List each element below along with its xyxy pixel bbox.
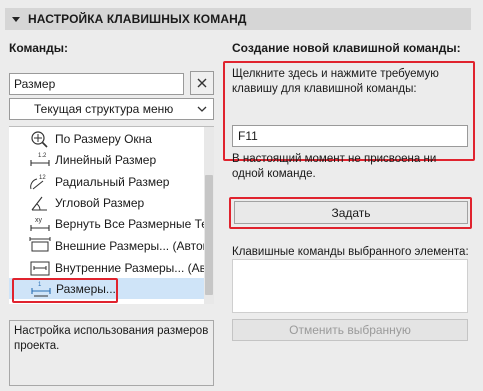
new-shortcut-label: Создание новой клавишной команды: [232,41,461,55]
interior-dimension-icon [30,261,50,275]
linear-dimension-icon: 1.2 [30,153,50,166]
chevron-down-icon [197,106,207,112]
shortcut-key-field[interactable]: F11 [232,125,468,147]
list-item[interactable]: Внешние Размеры... (Автоматический) [9,235,204,256]
list-item[interactable]: По Размеру Окна [9,128,204,149]
list-item[interactable]: 1.2 Линейный Размер [9,149,204,170]
list-item[interactable]: Угловой Размер [9,192,204,213]
remove-shortcut-button[interactable]: Отменить выбранную [232,319,468,341]
section-header[interactable]: НАСТРОЙКА КЛАВИШНЫХ КОМАНД [5,8,471,30]
shortcut-instruction: Щелкните здесь и нажмите требуемую клави… [232,68,439,95]
assignment-status: В настоящий момент не присвоена ни одной… [232,153,437,180]
exterior-dimension-icon [29,236,51,251]
section-title: НАСТРОЙКА КЛАВИШНЫХ КОМАНД [28,12,247,26]
list-item-label: Радиальный Размер [55,174,170,189]
clear-search-button[interactable] [190,71,214,95]
menu-structure-select[interactable]: Текущая структура меню [9,98,214,120]
assign-button[interactable]: Задать [234,201,468,224]
list-item-label: Вернуть Все Размерные Тексты [55,216,204,231]
reset-dimension-text-icon: xy [30,217,50,231]
list-item-label: По Размеру Окна [55,131,152,146]
list-item[interactable]: xy Вернуть Все Размерные Тексты [9,213,204,234]
list-item-label: Внутренние Размеры... (Автоматический) [55,260,204,275]
menu-structure-value: Текущая структура меню [34,102,174,116]
list-scrollbar[interactable] [204,127,214,304]
list-item-label: Угловой Размер [55,195,145,210]
svg-text:xy: xy [35,217,43,224]
highlight-frame [12,278,118,303]
list-item[interactable]: 12 Радиальный Размер [9,171,204,192]
zoom-fit-icon [31,130,48,148]
list-item-label: Внешние Размеры... (Автоматический) [55,238,204,253]
svg-text:12: 12 [39,175,46,181]
scrollbar-thumb[interactable] [205,175,213,295]
svg-text:1.2: 1.2 [38,153,47,159]
angle-dimension-icon [31,196,47,211]
command-description: Настройка использования размеров проекта… [9,320,214,386]
collapse-triangle-icon[interactable] [12,16,20,22]
selected-shortcuts-list[interactable] [232,259,468,313]
radial-dimension-icon: 12 [30,175,46,189]
list-item[interactable]: Внутренние Размеры... (Автоматический) [9,257,204,278]
commands-label: Команды: [9,41,68,55]
list-item-label: Линейный Размер [55,152,157,167]
close-icon [197,78,207,88]
selected-shortcuts-label: Клавишные команды выбранного элемента: [232,246,469,258]
search-input[interactable]: Размер [9,73,184,95]
